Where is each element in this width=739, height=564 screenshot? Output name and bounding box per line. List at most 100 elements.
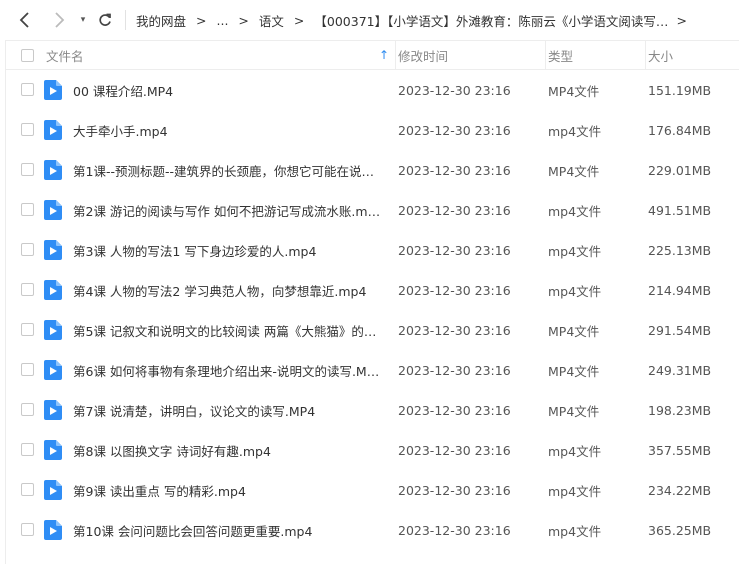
forward-button[interactable] xyxy=(48,9,70,31)
file-name[interactable]: 第9课 读出重点 写的精彩.mp4 xyxy=(73,481,381,500)
chevron-down-icon: ▾ xyxy=(80,15,86,25)
video-file-icon xyxy=(44,360,62,380)
file-size: 365.25MB xyxy=(648,522,712,538)
select-all-checkbox[interactable] xyxy=(21,49,34,62)
file-name[interactable]: 第4课 人物的写法2 学习典范人物，向梦想靠近.mp4 xyxy=(73,281,381,300)
file-name[interactable]: 第7课 说清楚，讲明白，议论文的读写.MP4 xyxy=(73,401,381,420)
sort-ascending-icon: ↑ xyxy=(378,48,389,62)
file-size: 214.94MB xyxy=(648,282,712,298)
video-file-icon xyxy=(44,440,62,460)
file-name[interactable]: 第8课 以图换文字 诗词好有趣.mp4 xyxy=(73,441,381,460)
file-modified-time: 2023-12-30 23:16 xyxy=(398,402,511,418)
video-file-icon xyxy=(44,480,62,500)
file-list: 00 课程介绍.MP4 2023-12-30 23:16 MP4文件 151.19MB… xyxy=(6,70,739,550)
file-type: MP4文件 xyxy=(548,363,600,379)
video-file-icon xyxy=(44,240,62,260)
file-size: 225.13MB xyxy=(648,242,712,258)
file-row[interactable]: 第5课 记叙文和说明文的比较阅读 两篇《大熊猫》的不... 2023-12-30 … xyxy=(6,310,739,350)
column-header-name[interactable]: 文件名 ↑ xyxy=(46,41,396,69)
video-file-icon xyxy=(44,200,62,220)
row-checkbox[interactable] xyxy=(21,203,34,216)
file-type: MP4文件 xyxy=(548,403,600,419)
breadcrumb-separator: > xyxy=(238,12,249,28)
video-file-icon xyxy=(44,120,62,140)
file-size: 291.54MB xyxy=(648,322,712,338)
row-checkbox[interactable] xyxy=(21,443,34,456)
file-row[interactable]: 第1课--预测标题--建筑界的长颈鹿，你想它可能在说什... 2023-12-30… xyxy=(6,150,739,190)
row-checkbox[interactable] xyxy=(21,123,34,136)
file-size: 491.51MB xyxy=(648,202,712,218)
file-type: mp4文件 xyxy=(548,243,602,259)
file-row[interactable]: 第4课 人物的写法2 学习典范人物，向梦想靠近.mp4 2023-12-30 23… xyxy=(6,270,739,310)
file-name[interactable]: 大手牵小手.mp4 xyxy=(73,121,381,140)
video-file-icon xyxy=(44,160,62,180)
video-file-icon xyxy=(44,320,62,340)
breadcrumb-more-button[interactable]: > xyxy=(677,13,687,28)
arrow-right-icon xyxy=(55,12,65,28)
history-dropdown-button[interactable]: ▾ xyxy=(76,9,90,31)
video-file-icon xyxy=(44,520,62,540)
column-header-size-label: 大小 xyxy=(648,48,674,64)
file-row[interactable]: 第10课 会问问题比会回答问题更重要.mp4 2023-12-30 23:16 mp… xyxy=(6,510,739,550)
breadcrumb-item-chinese[interactable]: 语文 xyxy=(259,11,284,30)
breadcrumb-separator: > xyxy=(196,12,207,28)
file-size: 151.19MB xyxy=(648,82,712,98)
column-header-name-label: 文件名 xyxy=(46,48,84,64)
file-row[interactable]: 第3课 人物的写法1 写下身边珍爱的人.mp4 2023-12-30 23:16 m… xyxy=(6,230,739,270)
file-size: 198.23MB xyxy=(648,402,712,418)
row-checkbox[interactable] xyxy=(21,483,34,496)
file-name[interactable]: 00 课程介绍.MP4 xyxy=(73,81,381,100)
file-name[interactable]: 第10课 会问问题比会回答问题更重要.mp4 xyxy=(73,521,381,540)
file-type: MP4文件 xyxy=(548,323,600,339)
row-checkbox[interactable] xyxy=(21,283,34,296)
breadcrumb: 我的网盘 > ... > 语文 > 【000371】【小学语文】外滩教育：陈丽云… xyxy=(136,11,739,30)
file-size: 229.01MB xyxy=(648,162,712,178)
file-row[interactable]: 00 课程介绍.MP4 2023-12-30 23:16 MP4文件 151.19MB xyxy=(6,70,739,110)
file-modified-time: 2023-12-30 23:16 xyxy=(398,522,511,538)
file-name[interactable]: 第6课 如何将事物有条理地介绍出来-说明文的读写.MP4 xyxy=(73,361,381,380)
file-name[interactable]: 第2课 游记的阅读与写作 如何不把游记写成流水账.mp4 xyxy=(73,201,381,220)
file-modified-time: 2023-12-30 23:16 xyxy=(398,242,511,258)
file-size: 234.22MB xyxy=(648,482,712,498)
breadcrumb-item-root[interactable]: 我的网盘 xyxy=(136,11,186,30)
file-modified-time: 2023-12-30 23:16 xyxy=(398,202,511,218)
file-modified-time: 2023-12-30 23:16 xyxy=(398,442,511,458)
file-row[interactable]: 第6课 如何将事物有条理地介绍出来-说明文的读写.MP4 2023-12-30 2… xyxy=(6,350,739,390)
file-row[interactable]: 第7课 说清楚，讲明白，议论文的读写.MP4 2023-12-30 23:16 MP… xyxy=(6,390,739,430)
file-type: mp4文件 xyxy=(548,483,602,499)
file-size: 357.55MB xyxy=(648,442,712,458)
file-type: mp4文件 xyxy=(548,203,602,219)
file-name[interactable]: 第1课--预测标题--建筑界的长颈鹿，你想它可能在说什... xyxy=(73,161,381,180)
breadcrumb-item-current[interactable]: 【000371】【小学语文】外滩教育：陈丽云《小学语文阅读写作实战》台... xyxy=(314,11,670,30)
column-header-size[interactable]: 大小 xyxy=(646,41,739,69)
file-modified-time: 2023-12-30 23:16 xyxy=(398,122,511,138)
file-row[interactable]: 第2课 游记的阅读与写作 如何不把游记写成流水账.mp4 2023-12-30 2… xyxy=(6,190,739,230)
column-header-time[interactable]: 修改时间 xyxy=(396,41,546,69)
file-row[interactable]: 第8课 以图换文字 诗词好有趣.mp4 2023-12-30 23:16 mp4文件… xyxy=(6,430,739,470)
row-checkbox[interactable] xyxy=(21,523,34,536)
file-type: MP4文件 xyxy=(548,163,600,179)
row-checkbox[interactable] xyxy=(21,163,34,176)
breadcrumb-item-ellipsis[interactable]: ... xyxy=(217,13,229,28)
row-checkbox[interactable] xyxy=(21,243,34,256)
file-modified-time: 2023-12-30 23:16 xyxy=(398,362,511,378)
row-checkbox[interactable] xyxy=(21,363,34,376)
toolbar-divider xyxy=(125,10,126,30)
file-modified-time: 2023-12-30 23:16 xyxy=(398,162,511,178)
file-name[interactable]: 第3课 人物的写法1 写下身边珍爱的人.mp4 xyxy=(73,241,381,260)
back-button[interactable] xyxy=(14,9,36,31)
row-checkbox[interactable] xyxy=(21,323,34,336)
file-row[interactable]: 大手牵小手.mp4 2023-12-30 23:16 mp4文件 176.84MB xyxy=(6,110,739,150)
file-modified-time: 2023-12-30 23:16 xyxy=(398,82,511,98)
column-header-type-label: 类型 xyxy=(548,48,574,64)
refresh-button[interactable] xyxy=(94,9,116,31)
video-file-icon xyxy=(44,400,62,420)
breadcrumb-separator: > xyxy=(293,12,305,28)
file-name[interactable]: 第5课 记叙文和说明文的比较阅读 两篇《大熊猫》的不... xyxy=(73,321,381,340)
file-row[interactable]: 第9课 读出重点 写的精彩.mp4 2023-12-30 23:16 mp4文件 23… xyxy=(6,470,739,510)
video-file-icon xyxy=(44,80,62,100)
row-checkbox[interactable] xyxy=(21,403,34,416)
file-size: 176.84MB xyxy=(648,122,712,138)
column-header-type[interactable]: 类型 xyxy=(546,41,646,69)
row-checkbox[interactable] xyxy=(21,83,34,96)
